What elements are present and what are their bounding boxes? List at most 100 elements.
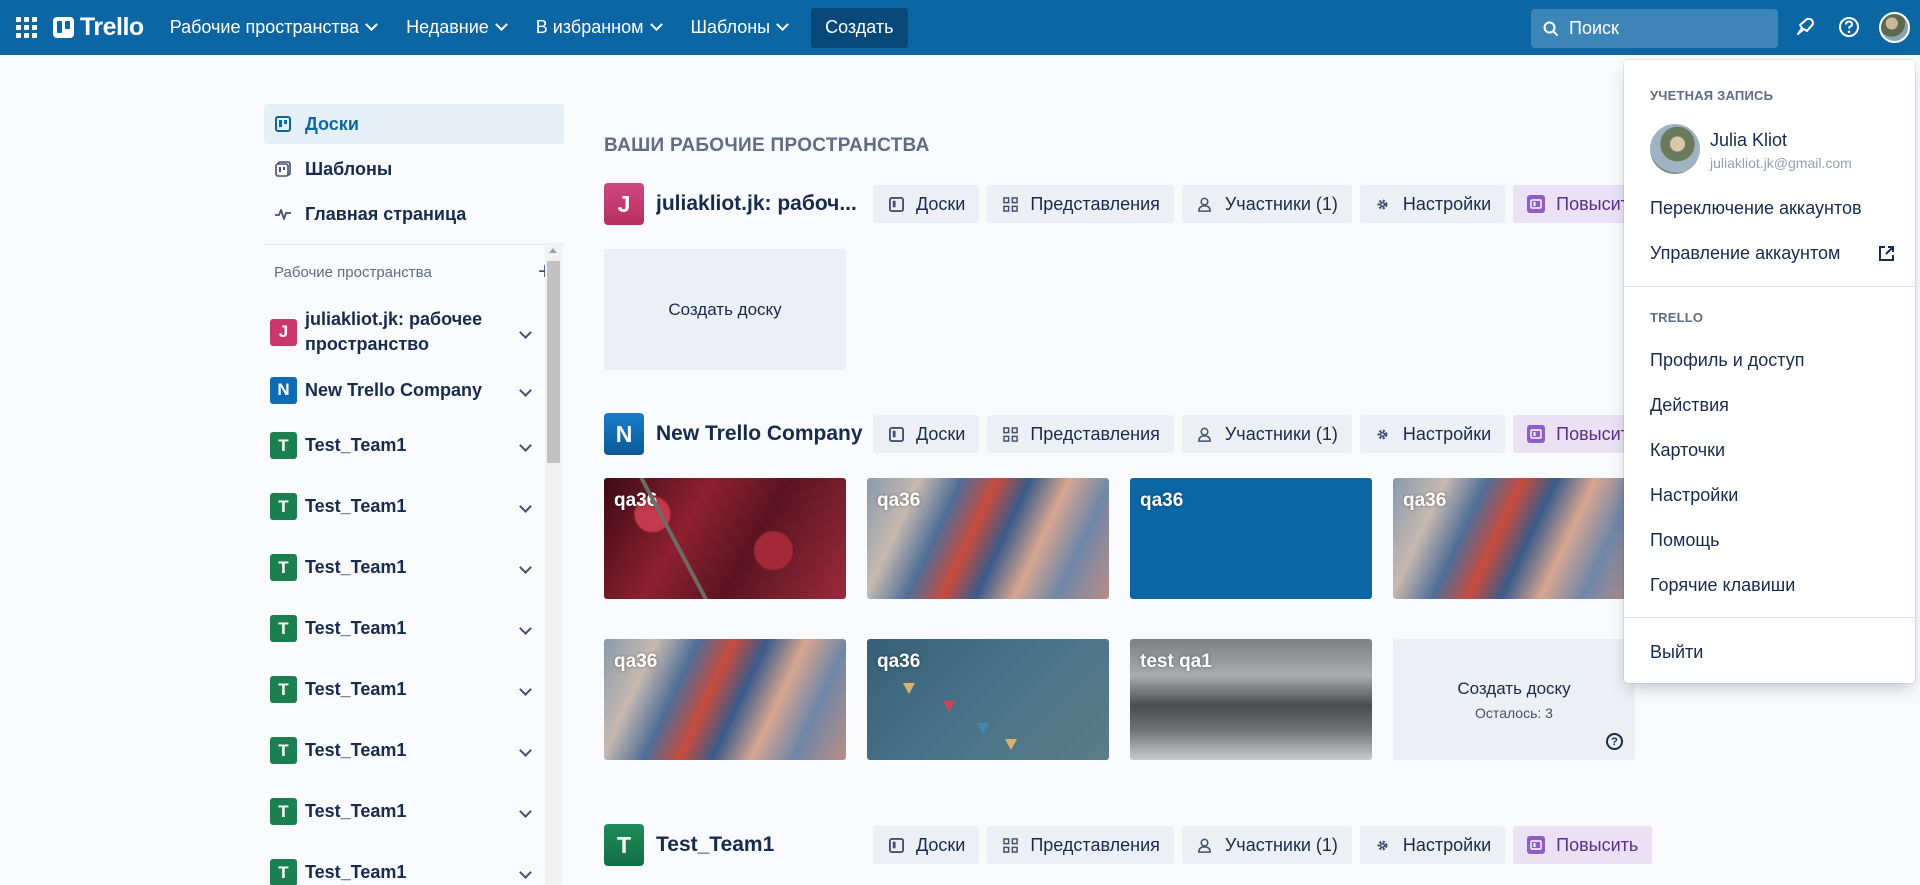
boards-button[interactable]: Доски [873, 185, 980, 223]
switch-accounts-item[interactable]: Переключение аккаунтов [1650, 198, 1895, 219]
workspace-badge: T [270, 737, 297, 764]
sidebar-workspace-item[interactable]: T Test_Team1 [264, 537, 544, 598]
board-tile[interactable]: qa36 [1393, 478, 1635, 599]
button-label: Доски [916, 193, 966, 214]
sidebar-item-templates[interactable]: Шаблоны [264, 149, 564, 189]
menu-recent[interactable]: Недавние [394, 8, 518, 48]
button-label: Настройки [1402, 423, 1492, 444]
sidebar-scrollbar[interactable] [545, 243, 562, 885]
board-tile[interactable]: qa36 [604, 478, 846, 599]
upgrade-button[interactable]: Повысить [1513, 826, 1653, 864]
menu-item-cards[interactable]: Карточки [1650, 440, 1895, 461]
sidebar-workspace-item[interactable]: T Test_Team1 [264, 720, 544, 781]
button-label: Настройки [1402, 193, 1492, 214]
notifications-icon[interactable] [1791, 13, 1819, 41]
sidebar-workspace-item[interactable]: T Test_Team1 [264, 598, 544, 659]
sidebar-item-home[interactable]: Главная страница [264, 194, 564, 234]
search-input[interactable] [1569, 18, 1769, 39]
menu-workspaces[interactable]: Рабочие пространства [158, 8, 388, 48]
settings-button[interactable]: Настройки [1359, 826, 1506, 864]
chevron-down-icon [365, 18, 378, 32]
menu-item-label: Настройки [1650, 485, 1739, 505]
settings-button[interactable]: Настройки [1359, 185, 1506, 223]
button-label: Участники (1) [1224, 834, 1338, 855]
button-label: Доски [916, 423, 966, 444]
remaining-boards-label: Осталось: 3 [1475, 704, 1553, 721]
members-button[interactable]: Участники (1) [1181, 826, 1352, 864]
members-button[interactable]: Участники (1) [1181, 185, 1352, 223]
menu-item-label: Помощь [1650, 530, 1720, 550]
board-tile[interactable]: qa36 [867, 639, 1109, 760]
chevron-down-icon[interactable] [519, 383, 532, 397]
scrollbar-thumb[interactable] [547, 261, 560, 463]
menu-item-help[interactable]: Помощь [1650, 530, 1895, 551]
chevron-down-icon[interactable] [519, 683, 532, 696]
user-avatar[interactable] [1879, 12, 1910, 43]
workspace-title[interactable]: New Trello Company [656, 422, 869, 446]
board-tile[interactable]: qa36 [604, 639, 846, 760]
sidebar-workspace-item[interactable]: T Test_Team1 [264, 842, 544, 885]
menu-item-label: Горячие клавиши [1650, 575, 1796, 595]
chevron-down-icon[interactable] [519, 866, 532, 879]
create-board-tile[interactable]: Создать доску [604, 249, 846, 370]
chevron-down-icon[interactable] [519, 622, 532, 635]
sidebar-workspace-item[interactable]: N New Trello Company [264, 365, 544, 415]
menu-templates[interactable]: Шаблоны [679, 8, 800, 48]
flag-decoration [977, 723, 989, 734]
chevron-down-icon[interactable] [519, 325, 532, 339]
board-title: qa36 [614, 651, 658, 672]
boards-button[interactable]: Доски [873, 415, 980, 453]
create-board-tile[interactable]: Создать доску Осталось: 3 ? [1393, 639, 1635, 760]
board-tile[interactable]: qa36 [1130, 478, 1372, 599]
workspace-badge: T [604, 824, 644, 866]
views-button[interactable]: Представления [987, 185, 1174, 223]
board-icon [887, 195, 905, 213]
chevron-down-icon[interactable] [519, 744, 532, 757]
scroll-up-icon[interactable] [549, 248, 557, 253]
workspace-badge: T [270, 432, 297, 459]
sidebar-workspace-item[interactable]: T Test_Team1 [264, 659, 544, 720]
user-icon [1196, 195, 1214, 213]
menu-item-settings[interactable]: Настройки [1650, 485, 1895, 506]
chevron-down-icon[interactable] [519, 805, 532, 818]
user-name: Julia Kliot [1710, 130, 1788, 150]
gear-icon [1374, 836, 1392, 854]
manage-account-item[interactable]: Управление аккаунтом [1650, 243, 1895, 264]
members-button[interactable]: Участники (1) [1181, 415, 1352, 453]
menu-label: В избранном [535, 17, 644, 37]
trello-logo[interactable]: Trello [53, 13, 144, 42]
sidebar-item-label: Доски [305, 113, 359, 134]
sidebar-workspace-item[interactable]: J juliakliot.jk: рабочее пространство [264, 299, 544, 365]
workspace-name: juliakliot.jk: рабочее пространство [305, 309, 483, 354]
help-icon[interactable]: ? [1606, 733, 1623, 750]
board-tile[interactable]: qa36 [867, 478, 1109, 599]
app-switcher-icon[interactable] [13, 15, 39, 41]
sidebar-workspace-item[interactable]: T Test_Team1 [264, 781, 544, 842]
create-button[interactable]: Создать [811, 7, 908, 48]
search-box[interactable] [1531, 9, 1778, 48]
views-button[interactable]: Представления [987, 826, 1174, 864]
chevron-down-icon[interactable] [519, 561, 532, 574]
sidebar-item-boards[interactable]: Доски [264, 104, 564, 144]
boards-button[interactable]: Доски [873, 826, 980, 864]
board-icon [887, 836, 905, 854]
workspace-title[interactable]: Test_Team1 [656, 833, 869, 857]
menu-item-shortcuts[interactable]: Горячие клавиши [1650, 575, 1895, 596]
sidebar-workspace-item[interactable]: T Test_Team1 [264, 415, 544, 476]
chevron-down-icon[interactable] [519, 439, 532, 452]
settings-button[interactable]: Настройки [1359, 415, 1506, 453]
help-icon[interactable] [1835, 13, 1863, 41]
divider [264, 244, 564, 245]
board-tile[interactable]: test qa1 [1130, 639, 1372, 760]
logo-text: Trello [80, 13, 144, 41]
sidebar-workspace-item[interactable]: T Test_Team1 [264, 476, 544, 537]
views-button[interactable]: Представления [987, 415, 1174, 453]
menu-item-profile[interactable]: Профиль и доступ [1650, 350, 1895, 371]
workspace-title[interactable]: juliakliot.jk: рабоч... [656, 192, 869, 216]
workspace-badge: T [270, 676, 297, 703]
menu-starred[interactable]: В избранном [524, 8, 673, 48]
logout-item[interactable]: Выйти [1650, 642, 1895, 663]
chevron-down-icon[interactable] [519, 500, 532, 513]
workspace-name: Test_Team1 [305, 618, 407, 638]
menu-item-activity[interactable]: Действия [1650, 395, 1895, 416]
